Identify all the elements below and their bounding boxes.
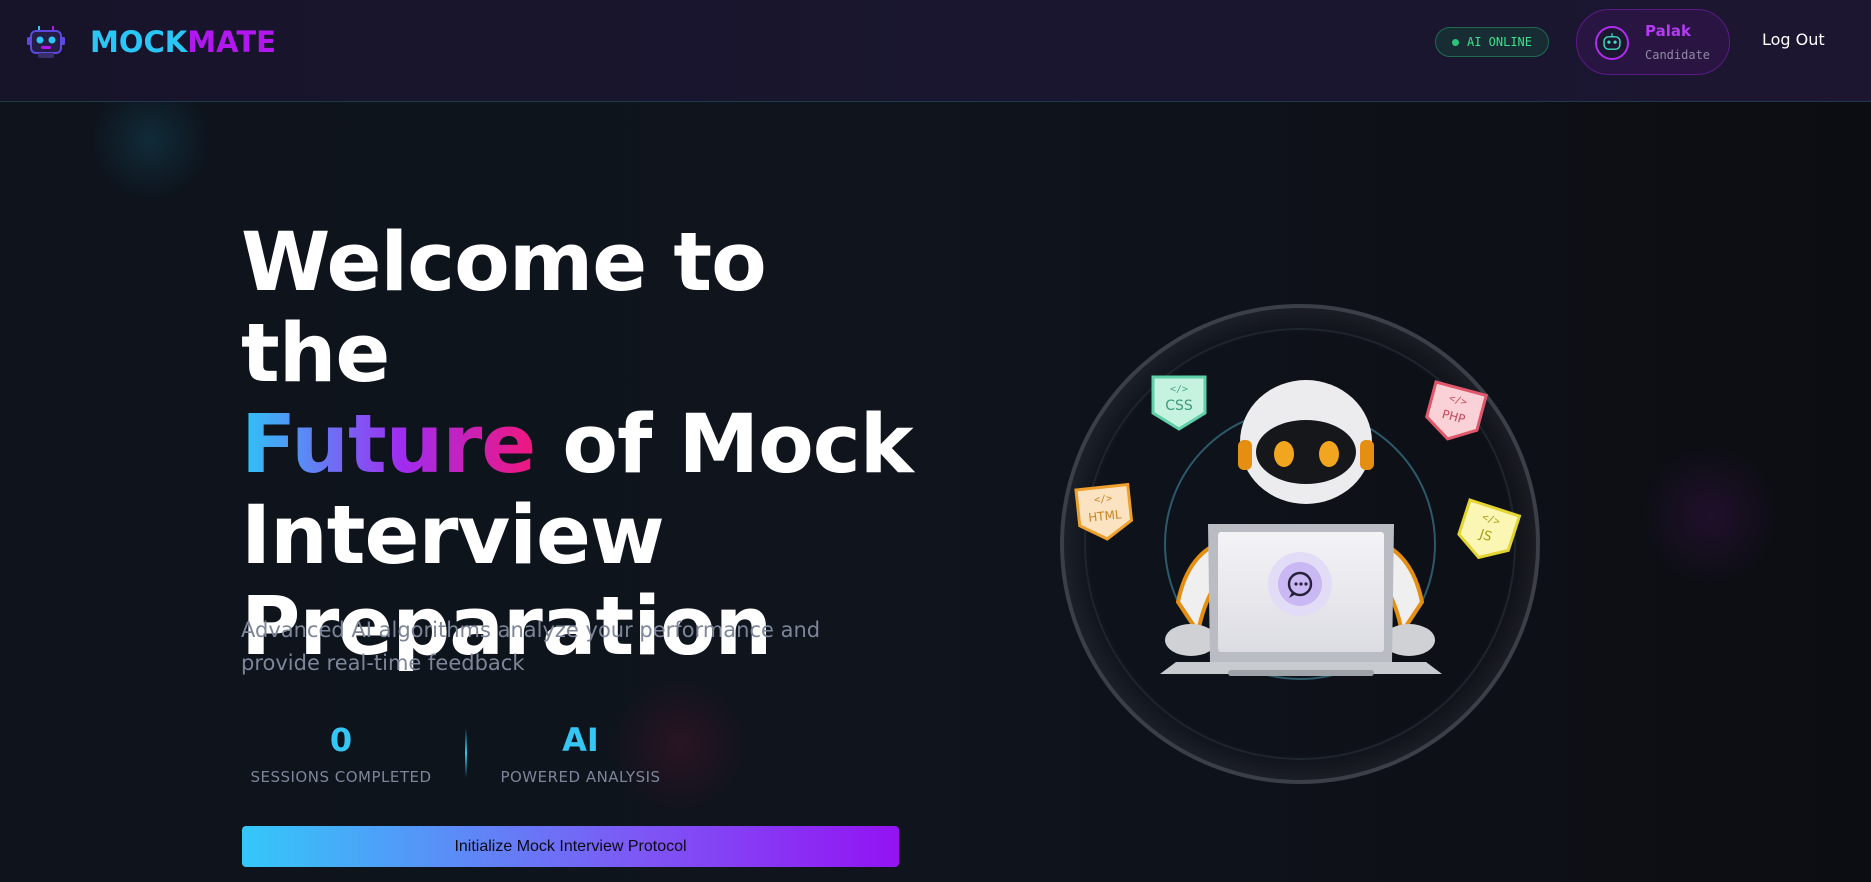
hero-title: Welcome to the Future of Mock Interview … <box>241 218 941 673</box>
stat-sessions-value: 0 <box>329 721 353 759</box>
hero-illustration: </> CSS </> PHP </> HTML </> JS <box>1060 304 1540 784</box>
stat-sessions: 0 SESSIONS COMPLETED <box>241 720 441 786</box>
css-badge-label: CSS <box>1165 398 1193 414</box>
online-dot-icon <box>1451 38 1459 46</box>
ai-online-label: AI ONLINE <box>1466 35 1533 49</box>
hero-title-line-1: Welcome to the <box>241 216 767 401</box>
logout-button[interactable]: Log Out <box>1762 30 1825 49</box>
svg-text:</>: </> <box>1170 384 1188 395</box>
stat-analysis-label: POWERED ANALYSIS <box>500 768 661 786</box>
user-profile-chip[interactable]: Palak Candidate <box>1576 9 1730 75</box>
brand-part-2: MATE <box>187 25 276 59</box>
svg-text:</>: </> <box>1094 493 1113 506</box>
hero-title-line-3: Interview <box>241 489 665 583</box>
start-interview-button[interactable]: Initialize Mock Interview Protocol <box>242 826 899 867</box>
brand-part-1: MOCK <box>90 25 188 59</box>
hero-subtitle: Advanced AI algorithms analyze your perf… <box>241 618 821 675</box>
page: MOCKMATE AI ONLINE Palak Candidate Log O… <box>0 0 1871 882</box>
stat-analysis: AI POWERED ANALYSIS <box>493 720 668 786</box>
hero-title-highlight: Future <box>241 398 536 492</box>
ai-online-badge: AI ONLINE <box>1435 27 1549 57</box>
robot-logo-icon[interactable] <box>26 24 66 60</box>
hero-title-line-2: of Mock <box>535 398 913 492</box>
stat-divider <box>465 728 467 778</box>
stat-analysis-value: AI <box>562 721 599 759</box>
top-header: MOCKMATE AI ONLINE Palak Candidate Log O… <box>0 0 1871 102</box>
stat-sessions-label: SESSIONS COMPLETED <box>250 768 432 786</box>
user-role: Candidate <box>1645 48 1711 62</box>
user-name: Palak <box>1645 22 1691 40</box>
avatar <box>1595 26 1629 60</box>
brand-logo-text[interactable]: MOCKMATE <box>90 24 276 60</box>
